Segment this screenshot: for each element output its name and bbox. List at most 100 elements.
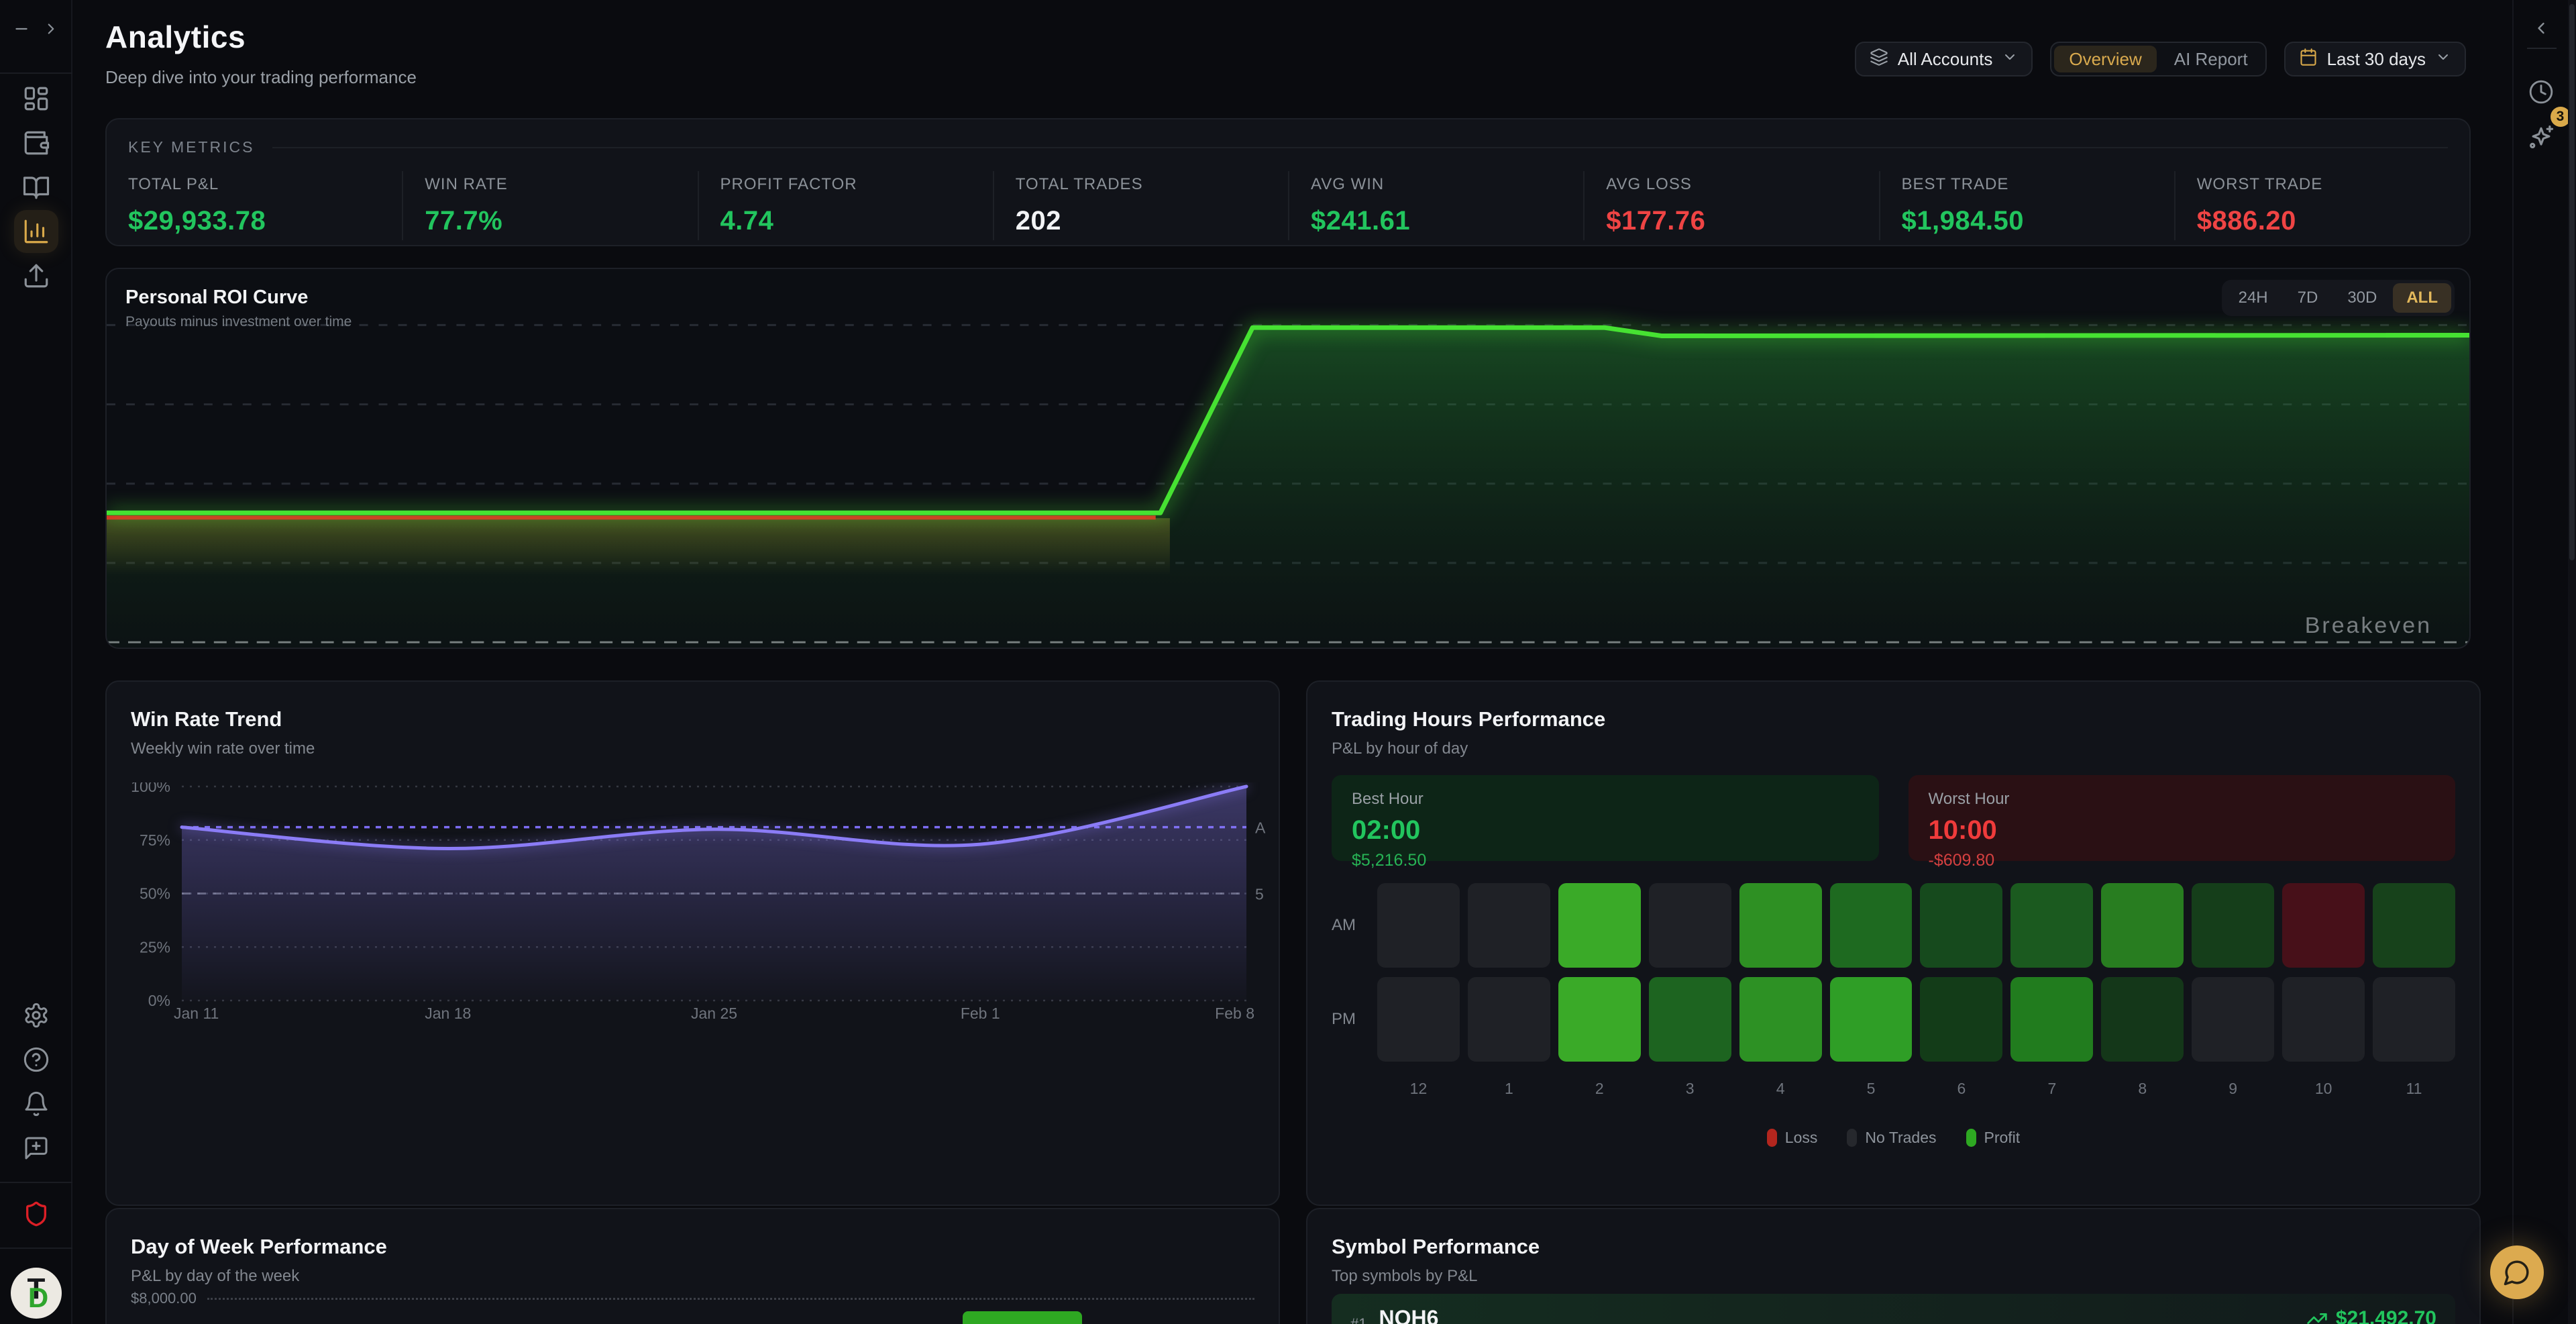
metric-label: PROFIT FACTOR [720, 175, 993, 194]
heatmap-cell-am-6[interactable] [1920, 883, 2002, 968]
heatmap-cell-pm-4[interactable] [1739, 977, 1822, 1062]
heatmap-cell-am-7[interactable] [2010, 883, 2093, 968]
sidebar-item-shield[interactable] [14, 1192, 58, 1235]
layers-icon [1870, 48, 1888, 71]
symbol-row-nqh6[interactable]: #1NQH6$21,492.70 [1332, 1294, 2455, 1324]
sidebar-item-analytics[interactable] [14, 210, 58, 253]
heatmap-cell-pm-5[interactable] [1830, 977, 1913, 1062]
hours-heatmap: AMPM121234567891011 [1332, 883, 2455, 1106]
legend-item-loss: Loss [1767, 1129, 1818, 1147]
chevron-left-icon [2532, 19, 2551, 38]
avatar-logo-d: D [28, 1284, 48, 1312]
key-metrics-rule [272, 147, 2449, 148]
roi-range-7d[interactable]: 7D [2284, 283, 2332, 313]
scrollbar-thumb[interactable] [2569, 4, 2575, 560]
calendar-icon [2299, 48, 2318, 71]
metric-value: $241.61 [1311, 206, 1583, 236]
heatmap-hour-label: 12 [1377, 1071, 1460, 1106]
best-hour-value: $5,216.50 [1352, 851, 1859, 870]
heatmap-cell-am-11[interactable] [2373, 883, 2455, 968]
chevron-right-icon [42, 20, 60, 38]
heatmap-cell-pm-11[interactable] [2373, 977, 2455, 1062]
roi-flat-glow [107, 518, 1170, 575]
header-controls: All Accounts OverviewAI Report Last 30 d… [1855, 42, 2466, 77]
heatmap-cell-pm-2[interactable] [1558, 977, 1641, 1062]
heatmap-corner [1332, 1071, 1369, 1106]
sidebar-item-help[interactable] [14, 1038, 58, 1081]
day-of-week-subtitle: P&L by day of the week [131, 1267, 387, 1286]
ai-assistant-button[interactable]: 3 [2520, 116, 2563, 159]
heatmap-cell-am-12[interactable] [1377, 883, 1460, 968]
heatmap-cell-pm-3[interactable] [1649, 977, 1731, 1062]
sidebar-divider [0, 1247, 72, 1249]
heatmap-cell-pm-9[interactable] [2192, 977, 2274, 1062]
bar-chart-icon [22, 217, 50, 246]
sidebar-item-journal[interactable] [14, 166, 58, 209]
win-xtick: Jan 11 [174, 1005, 219, 1022]
metric-value: $177.76 [1606, 206, 1878, 236]
heatmap-cell-am-4[interactable] [1739, 883, 1822, 968]
sidebar-item-import[interactable] [14, 254, 58, 297]
sidebar-item-settings[interactable] [14, 994, 58, 1037]
wallet-icon [22, 129, 50, 157]
heatmap-cell-pm-7[interactable] [2010, 977, 2093, 1062]
upload-icon [22, 262, 50, 290]
minus-icon [13, 20, 30, 38]
clock-icon [2528, 79, 2554, 105]
win-area-fill [182, 786, 1246, 1001]
heatmap-cell-am-10[interactable] [2282, 883, 2365, 968]
legend-label: Loss [1785, 1129, 1818, 1147]
trending-up-icon [2306, 1308, 2328, 1324]
metric-label: WIN RATE [425, 175, 697, 194]
heatmap-cell-am-1[interactable] [1468, 883, 1550, 968]
metric-label: AVG LOSS [1606, 175, 1878, 194]
right-sidebar: 3 [2512, 0, 2568, 1324]
account-selector[interactable]: All Accounts [1855, 42, 2033, 77]
heatmap-cell-am-5[interactable] [1830, 883, 1913, 968]
legend-dot [1847, 1129, 1857, 1147]
chat-fab[interactable] [2490, 1245, 2544, 1299]
heatmap-cell-pm-6[interactable] [1920, 977, 2002, 1062]
sidebar-item-notifications[interactable] [14, 1082, 58, 1125]
heatmap-cell-am-8[interactable] [2101, 883, 2184, 968]
heatmap-hour-label: 8 [2101, 1071, 2184, 1106]
book-open-icon [22, 173, 50, 201]
win-xtick: Jan 25 [691, 1005, 737, 1022]
win-xtick: Jan 18 [425, 1005, 471, 1022]
tab-overview[interactable]: Overview [2054, 46, 2156, 72]
heatmap-cell-pm-10[interactable] [2282, 977, 2365, 1062]
scrollbar-track[interactable] [2568, 0, 2576, 1324]
sidebar-divider [0, 72, 72, 74]
heatmap-cell-am-2[interactable] [1558, 883, 1641, 968]
sidebar-item-feedback[interactable] [14, 1127, 58, 1170]
day-of-week-bar[interactable] [963, 1311, 1082, 1324]
user-avatar[interactable]: T D [11, 1268, 62, 1319]
heatmap-cell-pm-1[interactable] [1468, 977, 1550, 1062]
sidebar-expand-button[interactable] [40, 17, 62, 40]
heatmap-cell-am-9[interactable] [2192, 883, 2274, 968]
panel-collapse-button[interactable] [2525, 12, 2557, 44]
symbol-performance-title: Symbol Performance [1332, 1235, 1540, 1259]
heatmap-cell-pm-12[interactable] [1377, 977, 1460, 1062]
message-plus-icon [23, 1135, 50, 1162]
roi-subtitle: Payouts minus investment over time [125, 314, 352, 330]
symbol-performance-subtitle: Top symbols by P&L [1332, 1267, 1540, 1286]
heatmap-cell-pm-8[interactable] [2101, 977, 2184, 1062]
heatmap-hour-label: 4 [1739, 1071, 1822, 1106]
trading-hours-header: Trading Hours Performance P&L by hour of… [1332, 707, 1605, 758]
roi-range-all[interactable]: ALL [2393, 283, 2451, 313]
metric-value: $886.20 [2197, 206, 2469, 236]
metric-profit-factor: PROFIT FACTOR4.74 [698, 171, 993, 240]
gear-icon [23, 1002, 50, 1029]
best-hour-time: 02:00 [1352, 815, 1859, 846]
page-subtitle: Deep dive into your trading performance [105, 67, 417, 88]
heatmap-cell-am-3[interactable] [1649, 883, 1731, 968]
roi-range-30d[interactable]: 30D [2334, 283, 2390, 313]
metric-value: 202 [1016, 206, 1288, 236]
tab-ai-report[interactable]: AI Report [2159, 46, 2263, 72]
sidebar-minimize-button[interactable] [10, 17, 33, 40]
sidebar-item-dashboard[interactable] [14, 77, 58, 120]
date-range-selector[interactable]: Last 30 days [2284, 42, 2466, 77]
roi-range-24h[interactable]: 24H [2225, 283, 2282, 313]
sidebar-item-accounts[interactable] [14, 121, 58, 164]
